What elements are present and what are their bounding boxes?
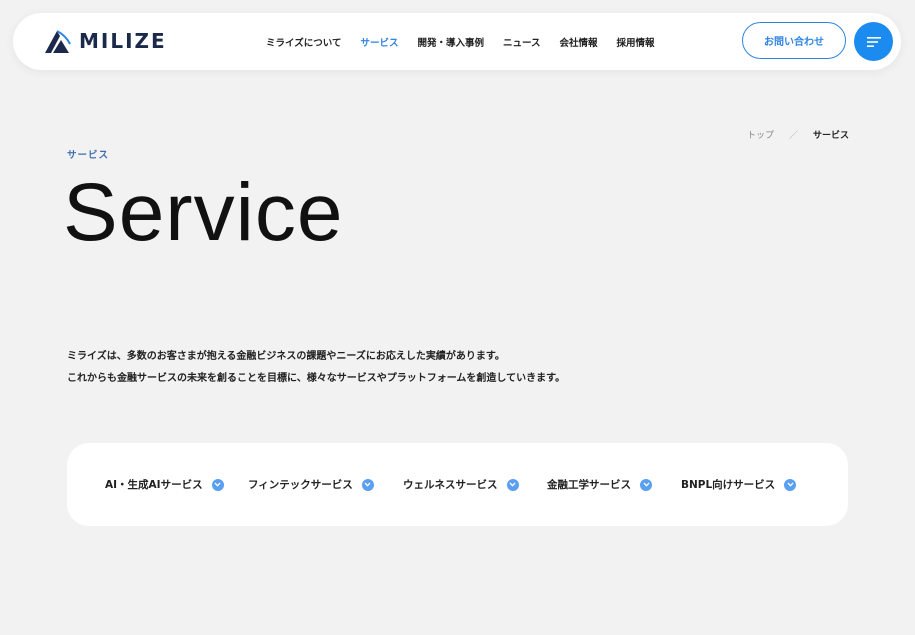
menu-button[interactable] [854,22,893,61]
chevron-down-icon [211,478,224,491]
logo-text: MILIZE [79,29,167,53]
breadcrumb-separator: ／ [789,131,799,141]
nav-item-news[interactable]: ニュース [503,35,541,49]
service-link-label: 金融工学サービス [547,479,631,491]
service-link-fintech[interactable]: フィンテックサービス [248,477,403,492]
page-title: Service [63,167,344,258]
nav-item-cases[interactable]: 開発・導入事例 [417,35,484,49]
logo[interactable]: MILIZE [43,27,167,55]
service-link-wellness[interactable]: ウェルネスサービス [403,477,547,492]
menu-lines-icon [866,36,881,47]
chevron-down-icon [361,478,374,491]
service-link-bnpl[interactable]: BNPL向けサービス [681,477,797,492]
chevron-down-icon [506,478,519,491]
breadcrumb: トップ ／ サービス [747,128,849,141]
service-link-label: BNPL向けサービス [681,479,776,491]
service-link-label: フィンテックサービス [248,479,353,491]
page-eyebrow: サービス [67,150,110,161]
lead-text: ミライズは、多数のお客さまが抱える金融ビジネスの課題やニーズにお応えした実績があ… [67,346,565,390]
site-header: MILIZE ミライズについて サービス 開発・導入事例 ニュース 会社情報 採… [13,13,901,70]
nav-item-company[interactable]: 会社情報 [560,35,598,49]
service-link-financial-engineering[interactable]: 金融工学サービス [547,477,681,492]
lead-line-2: これからも金融サービスの未来を創ることを目標に、様々なサービスやプラットフォーム… [67,373,566,384]
breadcrumb-current: サービス [813,131,850,141]
service-link-label: ウェルネスサービス [403,479,498,491]
lead-line-1: ミライズは、多数のお客さまが抱える金融ビジネスの課題やニーズにお応えした実績があ… [67,351,505,362]
service-anchor-card: AI・生成AIサービス フィンテックサービス ウェルネスサービス 金融工学サービ… [67,443,848,526]
milize-logo-mark-icon [45,30,71,53]
service-link-ai[interactable]: AI・生成AIサービス [105,477,248,492]
contact-button[interactable]: お問い合わせ [742,22,846,59]
nav-item-recruit[interactable]: 採用情報 [617,35,655,49]
chevron-down-icon [784,478,797,491]
main-nav: ミライズについて サービス 開発・導入事例 ニュース 会社情報 採用情報 [266,13,655,70]
service-anchor-list: AI・生成AIサービス フィンテックサービス ウェルネスサービス 金融工学サービ… [105,443,797,526]
service-link-label: AI・生成AIサービス [105,479,203,491]
nav-item-about[interactable]: ミライズについて [266,35,341,49]
breadcrumb-top-link[interactable]: トップ [747,128,774,141]
nav-item-service[interactable]: サービス [360,35,398,49]
chevron-down-icon [640,478,652,491]
